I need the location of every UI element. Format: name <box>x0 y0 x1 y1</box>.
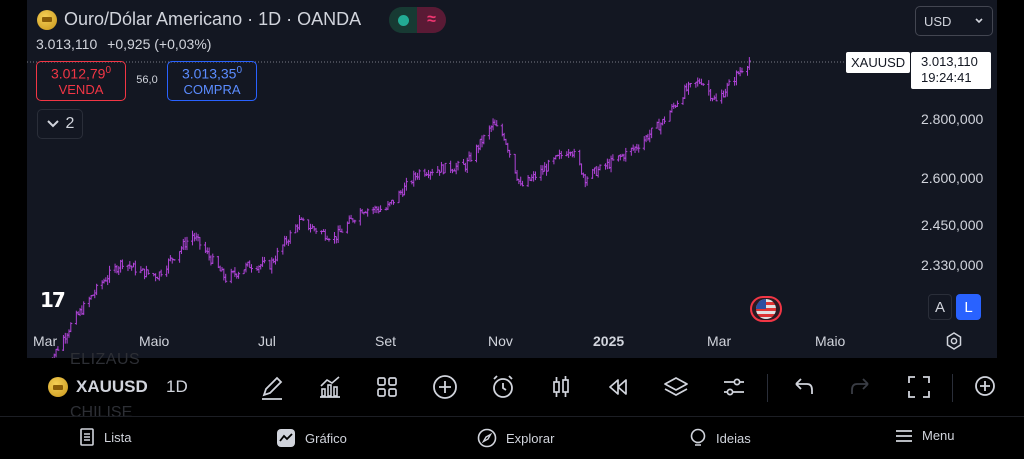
candle-style-icon[interactable] <box>546 372 576 402</box>
indicators-icon[interactable] <box>315 372 345 402</box>
bar-countdown: 19:24:41 <box>921 70 972 85</box>
chevron-down-icon <box>975 18 983 24</box>
x-tick: Mar <box>33 333 58 349</box>
x-tick: Set <box>375 333 397 349</box>
tradingview-logo[interactable]: 17 <box>40 288 66 312</box>
currency-value: USD <box>924 13 952 29</box>
replay-icon[interactable] <box>603 372 633 402</box>
nav-ideas[interactable]: Ideias <box>689 428 751 448</box>
buy-button[interactable]: 3.013,350 COMPRA <box>167 61 257 101</box>
log-scale-button[interactable]: L <box>956 294 981 320</box>
lightbulb-icon <box>690 428 706 446</box>
x-tick: Maio <box>815 333 846 349</box>
gold-coin-icon <box>37 9 57 30</box>
layers-icon[interactable] <box>661 372 691 402</box>
nav-label: Menu <box>922 428 955 443</box>
toolbar-divider <box>767 374 768 402</box>
x-tick: Mar <box>707 333 732 349</box>
undo-icon[interactable] <box>788 372 818 402</box>
market-status-pill[interactable]: ≈ <box>389 7 446 33</box>
y-tick: 2.800,000 <box>921 111 984 127</box>
sell-price: 3.012,790 <box>50 65 112 82</box>
zoom-in-icon[interactable] <box>970 372 997 402</box>
economic-event-flag-icon[interactable] <box>750 296 782 322</box>
chart-icon <box>277 429 295 447</box>
indicators-count: 2 <box>65 115 75 132</box>
add-plus-icon[interactable] <box>430 372 460 402</box>
toolbar-symbol-text: XAUUSD <box>76 377 148 396</box>
toolbar-divider <box>952 374 953 402</box>
market-open-icon <box>389 7 417 33</box>
alarm-clock-icon[interactable] <box>488 372 518 402</box>
layout-grid-icon[interactable] <box>372 372 402 402</box>
symbol-price-label: XAUUSD <box>846 52 911 73</box>
nav-menu[interactable]: Menu <box>895 428 955 443</box>
y-tick: 2.600,000 <box>921 170 984 186</box>
last-price: 3.013,110 <box>36 36 98 52</box>
compass-icon <box>477 428 497 448</box>
current-price-label: 3.013,110 19:24:41 <box>911 52 991 89</box>
nav-label: Ideias <box>716 430 751 446</box>
ohlc-bars <box>51 57 751 358</box>
gold-coin-icon <box>48 377 68 397</box>
x-tick: Nov <box>488 333 513 349</box>
nav-explore[interactable]: Explorar <box>477 428 554 448</box>
x-tick: Maio <box>139 333 170 349</box>
data-delay-icon: ≈ <box>417 7 446 33</box>
currency-select[interactable]: USD <box>915 6 993 36</box>
indicators-collapse-button[interactable]: 2 <box>37 109 83 139</box>
buy-label: COMPRA <box>183 81 241 97</box>
nav-chart[interactable]: Gráfico <box>276 428 347 448</box>
chart-settings-icon[interactable] <box>944 331 964 351</box>
settings-sliders-icon[interactable] <box>719 372 749 402</box>
price-summary: 3.013,110 +0,925 (+0,03%) <box>36 36 211 52</box>
x-tick: Jul <box>258 333 276 349</box>
x-tick-year: 2025 <box>593 333 625 349</box>
fullscreen-icon[interactable] <box>904 372 934 402</box>
nav-label: Lista <box>104 429 132 445</box>
redo-icon <box>851 378 869 394</box>
nav-label: Gráfico <box>305 430 347 446</box>
chevron-down-icon <box>46 120 59 128</box>
drawing-pen-icon[interactable] <box>257 372 287 402</box>
list-icon <box>80 428 94 446</box>
y-tick: 2.450,000 <box>921 217 984 233</box>
spread-value: 56,0 <box>136 74 158 86</box>
nav-label: Explorar <box>506 430 555 446</box>
symbol-title-text: Ouro/Dólar Americano · 1D · OANDA <box>64 9 362 29</box>
auto-scale-button[interactable]: A <box>928 294 952 320</box>
symbol-title[interactable]: Ouro/Dólar Americano · 1D · OANDA <box>37 9 361 30</box>
sell-label: VENDA <box>58 81 104 97</box>
sell-button[interactable]: 3.012,790 VENDA <box>36 61 126 101</box>
nav-watchlist[interactable]: Lista <box>79 428 131 446</box>
current-price-value: 3.013,110 <box>921 54 978 69</box>
bottom-navigation: Lista Gráfico Explorar Ideias Menu <box>0 416 1024 459</box>
price-change: +0,925 (+0,03%) <box>107 36 212 52</box>
toolbar-symbol-button[interactable]: XAUUSD <box>40 377 148 397</box>
watchlist-ghost-text: ELIZAUS <box>70 351 141 368</box>
y-tick: 2.330,000 <box>921 257 984 273</box>
hamburger-menu-icon <box>896 429 912 442</box>
buy-price: 3.013,350 <box>181 65 243 82</box>
interval-button[interactable]: 1D <box>166 377 188 397</box>
